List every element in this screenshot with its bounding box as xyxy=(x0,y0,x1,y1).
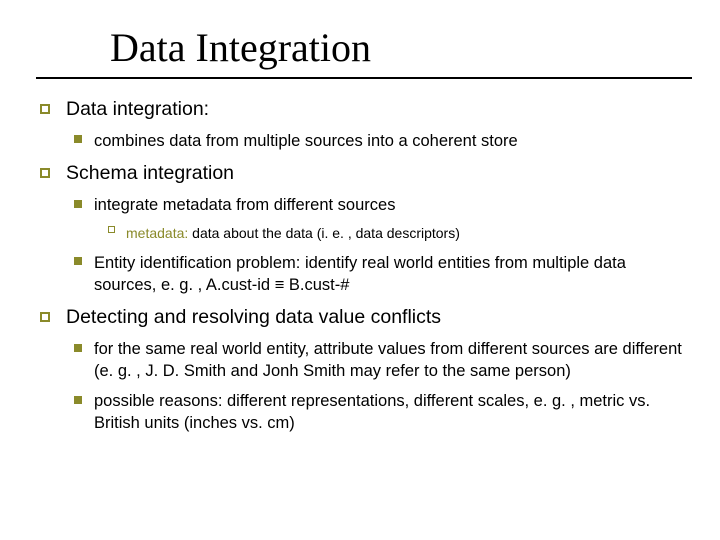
subbullet-same-entity: for the same real world entity, attribut… xyxy=(36,338,692,382)
bullet-text: integrate metadata from different source… xyxy=(94,196,395,214)
slide-title: Data Integration xyxy=(110,24,692,71)
slide: Data Integration Data integration: combi… xyxy=(0,0,720,540)
bullet-text: Data integration: xyxy=(66,98,209,120)
subbullet-entity-id-problem: Entity identification problem: identify … xyxy=(36,252,692,296)
bullet-resolving-conflicts: Detecting and resolving data value confl… xyxy=(36,305,692,330)
subbullet-combines: combines data from multiple sources into… xyxy=(36,130,692,152)
hollow-square-icon xyxy=(40,312,50,322)
solid-square-icon xyxy=(74,200,82,208)
bullet-text: Entity identification problem: identify … xyxy=(94,254,626,294)
bullet-text: Detecting and resolving data value confl… xyxy=(66,306,441,328)
subbullet-integrate-metadata: integrate metadata from different source… xyxy=(36,194,692,216)
solid-square-icon xyxy=(74,396,82,404)
metadata-keyword: metadata: xyxy=(126,225,188,241)
bullet-text: for the same real world entity, attribut… xyxy=(94,340,682,380)
bullet-text: metadata: data about the data (i. e. , d… xyxy=(126,225,460,241)
hollow-square-icon xyxy=(40,168,50,178)
hollow-square-icon xyxy=(40,104,50,114)
title-rule xyxy=(36,77,692,79)
content-area: Data integration: combines data from mul… xyxy=(36,97,692,434)
metadata-def-rest: data about the data (i. e. , data descri… xyxy=(188,225,460,241)
solid-square-icon xyxy=(74,135,82,143)
bullet-schema-integration: Schema integration xyxy=(36,161,692,186)
subbullet-possible-reasons: possible reasons: different representati… xyxy=(36,390,692,434)
bullet-text: Schema integration xyxy=(66,162,234,184)
bullet-data-integration: Data integration: xyxy=(36,97,692,122)
bullet-text: combines data from multiple sources into… xyxy=(94,132,518,150)
subsubbullet-metadata-def: metadata: data about the data (i. e. , d… xyxy=(36,222,692,244)
solid-square-icon xyxy=(74,344,82,352)
bullet-text: possible reasons: different representati… xyxy=(94,392,650,432)
hollow-square-icon xyxy=(108,226,115,233)
solid-square-icon xyxy=(74,257,82,265)
